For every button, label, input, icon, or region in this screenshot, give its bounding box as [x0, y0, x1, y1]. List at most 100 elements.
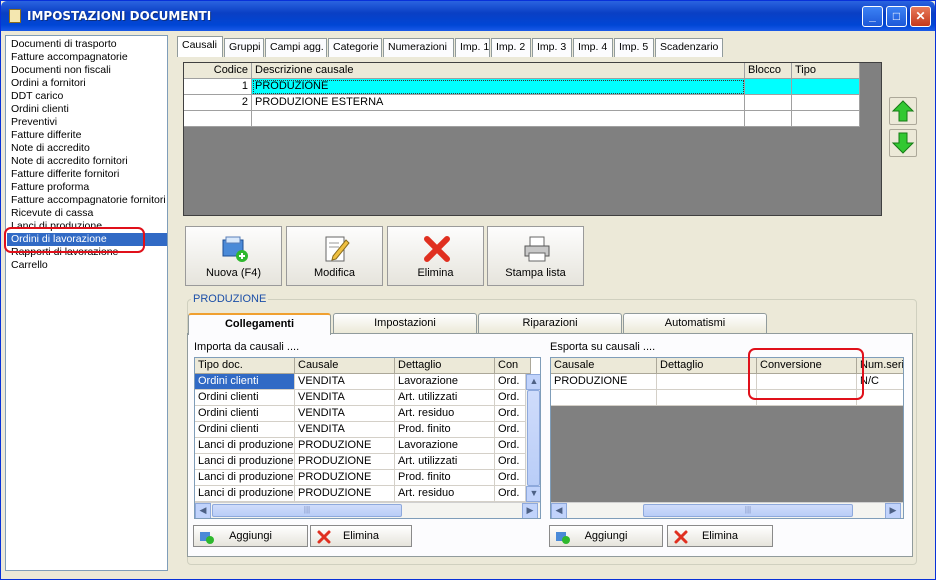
import-col-header[interactable]: Con	[495, 358, 531, 374]
table-cell[interactable]: Lanci di produzione	[195, 454, 295, 470]
list-item[interactable]: Fatture accompagnatorie	[7, 51, 167, 64]
delete-button[interactable]: Elimina	[387, 226, 484, 286]
import-col-header[interactable]: Dettaglio	[395, 358, 495, 374]
causali-grid[interactable]: Codice Descrizione causale Blocco Tipo 1…	[183, 62, 882, 216]
import-col-header[interactable]: Tipo doc.	[195, 358, 295, 374]
list-item[interactable]: Note di accredito	[7, 142, 167, 155]
table-cell[interactable]: Lavorazione	[395, 374, 495, 390]
selected-cell[interactable]: PRODUZIONE	[252, 79, 745, 95]
export-col-header[interactable]: Num.seri	[857, 358, 903, 374]
col-header-codice[interactable]: Codice	[184, 63, 252, 79]
table-cell-empty[interactable]	[857, 390, 903, 406]
table-cell[interactable]: Lanci di produzione	[195, 470, 295, 486]
tab-gruppi[interactable]: Gruppi	[224, 38, 264, 57]
table-cell[interactable]: Art. utilizzati	[395, 454, 495, 470]
import-add-button[interactable]: Aggiungi	[193, 525, 308, 547]
col-header-blocco[interactable]: Blocco	[745, 63, 792, 79]
list-item[interactable]: Note di accredito fornitori	[7, 155, 167, 168]
table-cell[interactable]: Ordini clienti	[195, 390, 295, 406]
list-item[interactable]: Documenti non fiscali	[7, 64, 167, 77]
table-cell[interactable]: PRODUZIONE	[551, 374, 657, 390]
scroll-thumb[interactable]: |||	[643, 504, 853, 517]
import-col-header[interactable]: Causale	[295, 358, 395, 374]
list-item[interactable]: Fatture accompagnatorie fornitori	[7, 194, 167, 207]
list-item[interactable]: Carrello	[7, 259, 167, 272]
minimize-button[interactable]: _	[862, 6, 883, 27]
list-item[interactable]: Ricevute di cassa	[7, 207, 167, 220]
table-cell[interactable]: N/C	[857, 374, 903, 390]
table-cell[interactable]: Lanci di produzione	[195, 486, 295, 502]
table-cell[interactable]: VENDITA	[295, 406, 395, 422]
table-cell[interactable]: PRODUZIONE	[295, 486, 395, 502]
table-cell[interactable]: Lavorazione	[395, 438, 495, 454]
tab-imp-2[interactable]: Imp. 2	[491, 38, 531, 57]
col-header-descrizione[interactable]: Descrizione causale	[252, 63, 745, 79]
table-cell[interactable]: PRODUZIONE	[295, 470, 395, 486]
import-delete-button[interactable]: Elimina	[310, 525, 412, 547]
list-item[interactable]: Ordini a fornitori	[7, 77, 167, 90]
table-cell[interactable]: PRODUZIONE	[295, 454, 395, 470]
table-cell[interactable]: Art. residuo	[395, 406, 495, 422]
table-cell[interactable]: Art. residuo	[395, 486, 495, 502]
move-up-button[interactable]	[889, 97, 917, 125]
tab-categorie[interactable]: Categorie	[328, 38, 382, 57]
table-cell-empty[interactable]	[551, 390, 657, 406]
tab-automatismi[interactable]: Automatismi	[623, 313, 767, 333]
list-item[interactable]: Ordini clienti	[7, 103, 167, 116]
scroll-thumb[interactable]: |||	[212, 504, 402, 517]
vertical-scrollbar[interactable]: ▲ ▼	[525, 374, 540, 502]
col-header-tipo[interactable]: Tipo	[792, 63, 860, 79]
move-down-button[interactable]	[889, 129, 917, 157]
maximize-button[interactable]: □	[886, 6, 907, 27]
table-row[interactable]: 2 PRODUZIONE ESTERNA	[184, 95, 860, 111]
list-item[interactable]: Preventivi	[7, 116, 167, 129]
export-col-header[interactable]: Dettaglio	[657, 358, 757, 374]
tab-collegamenti[interactable]: Collegamenti	[188, 313, 331, 335]
list-item[interactable]: Fatture proforma	[7, 181, 167, 194]
list-item[interactable]: Fatture differite fornitori	[7, 168, 167, 181]
tab-imp-1[interactable]: Imp. 1	[455, 38, 490, 57]
export-add-button[interactable]: Aggiungi	[549, 525, 663, 547]
document-type-list[interactable]: Documenti di trasporto Fatture accompagna…	[5, 35, 168, 571]
print-list-button[interactable]: Stampa lista	[487, 226, 584, 286]
export-col-header[interactable]: Causale	[551, 358, 657, 374]
table-cell[interactable]	[657, 374, 757, 390]
table-cell-empty[interactable]	[657, 390, 757, 406]
close-button[interactable]: ✕	[910, 6, 931, 27]
tab-riparazioni[interactable]: Riparazioni	[478, 313, 622, 333]
edit-button[interactable]: Modifica	[286, 226, 383, 286]
table-cell[interactable]: Lanci di produzione	[195, 438, 295, 454]
table-cell[interactable]: VENDITA	[295, 374, 395, 390]
table-cell[interactable]: Ordini clienti	[195, 406, 295, 422]
title-bar[interactable]: IMPOSTAZIONI DOCUMENTI _ □ ✕	[1, 1, 935, 31]
scroll-left-icon[interactable]: ◀	[195, 503, 211, 518]
scroll-right-icon[interactable]: ▶	[885, 503, 901, 518]
tab-imp-5[interactable]: Imp. 5	[614, 38, 654, 57]
scroll-thumb[interactable]	[527, 390, 540, 486]
table-cell[interactable]: Ordini clienti	[195, 422, 295, 438]
scroll-up-icon[interactable]: ▲	[526, 374, 540, 390]
table-cell[interactable]: VENDITA	[295, 422, 395, 438]
list-item[interactable]: DDT carico	[7, 90, 167, 103]
table-row-empty[interactable]	[184, 111, 860, 127]
table-cell[interactable]: PRODUZIONE	[295, 438, 395, 454]
scroll-left-icon[interactable]: ◀	[551, 503, 567, 518]
list-item[interactable]: Documenti di trasporto	[7, 38, 167, 51]
table-cell[interactable]: Art. utilizzati	[395, 390, 495, 406]
horizontal-scrollbar[interactable]: ◀ ||| ▶	[551, 502, 903, 518]
tab-causali[interactable]: Causali	[177, 36, 223, 57]
new-button[interactable]: Nuova (F4)	[185, 226, 282, 286]
tab-numerazioni[interactable]: Numerazioni	[383, 38, 454, 57]
tab-campi-agg-[interactable]: Campi agg.	[265, 38, 327, 57]
import-grid[interactable]: Tipo doc. Causale Dettaglio Con Ordini clien…	[194, 357, 541, 519]
horizontal-scrollbar[interactable]: ◀ ||| ▶	[195, 502, 540, 518]
table-cell[interactable]: Prod. finito	[395, 422, 495, 438]
table-cell[interactable]: VENDITA	[295, 390, 395, 406]
tab-imp-4[interactable]: Imp. 4	[573, 38, 613, 57]
scroll-down-icon[interactable]: ▼	[526, 486, 540, 502]
table-cell[interactable]: Ordini clienti	[195, 374, 295, 390]
tab-scadenzario[interactable]: Scadenzario	[655, 38, 723, 57]
scroll-right-icon[interactable]: ▶	[522, 503, 538, 518]
table-row[interactable]: 1 PRODUZIONE	[184, 79, 860, 95]
list-item[interactable]: Fatture differite	[7, 129, 167, 142]
